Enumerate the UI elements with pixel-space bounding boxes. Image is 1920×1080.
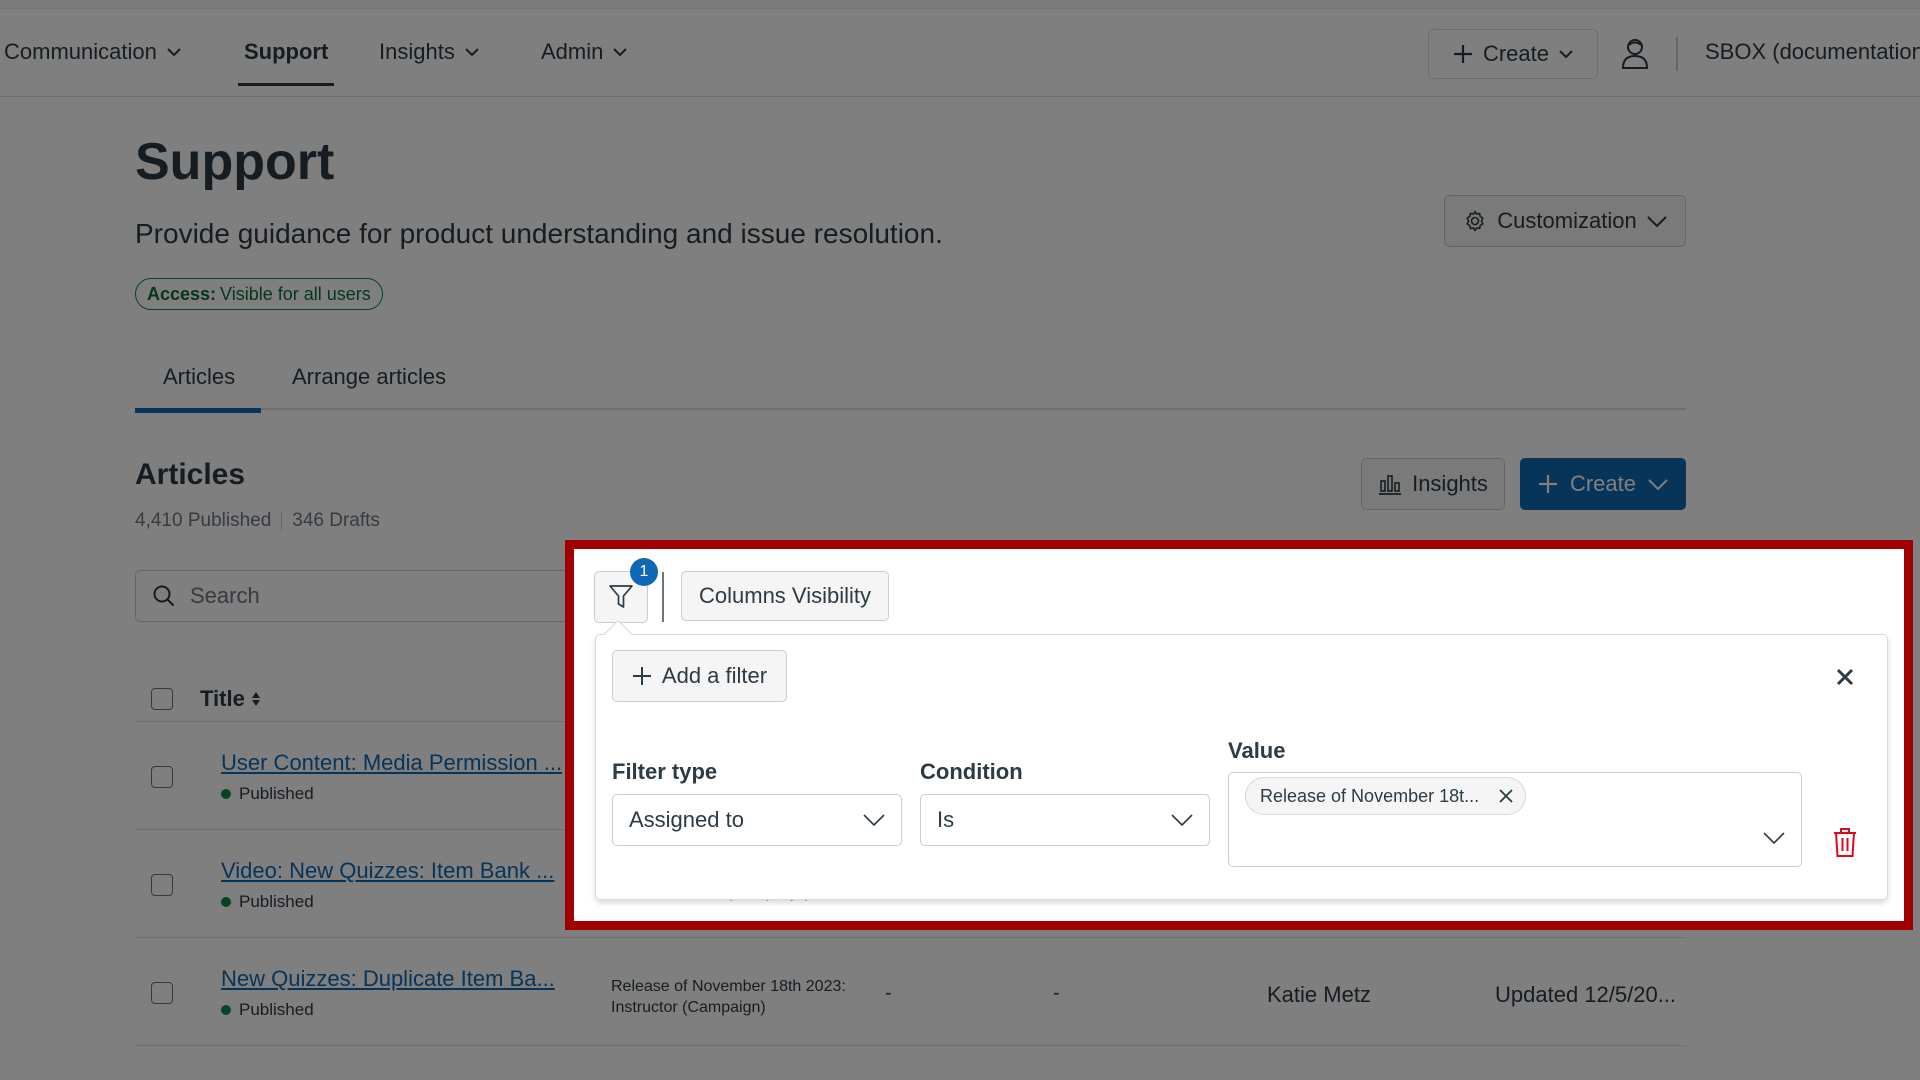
add-filter-button[interactable]: Add a filter [612, 650, 787, 702]
plus-icon [632, 667, 651, 685]
condition-label: Condition [920, 759, 1023, 784]
chevron-down-icon [863, 814, 885, 827]
filter-icon [609, 585, 633, 608]
highlight-frame: 1 Columns Visibility 2023: Instructor (C… [565, 540, 1913, 930]
close-icon [1836, 668, 1854, 686]
remove-chip-button[interactable] [1499, 789, 1513, 803]
chevron-down-icon [1763, 832, 1785, 845]
value-chip-label: Release of November 18t... [1260, 785, 1480, 806]
condition-select[interactable]: Is [920, 794, 1210, 846]
value-chip: Release of November 18t... [1245, 777, 1527, 815]
value-label: Value [1228, 738, 1286, 763]
add-filter-label: Add a filter [661, 663, 768, 688]
close-icon [1499, 789, 1513, 803]
filter-type-value: Assigned to [629, 807, 744, 832]
chevron-down-icon [1171, 814, 1193, 827]
toolbar-divider [662, 572, 664, 622]
filter-type-label: Filter type [612, 759, 718, 784]
highlight-content: 1 Columns Visibility 2023: Instructor (C… [574, 549, 1904, 921]
filter-count-badge: 1 [630, 558, 658, 586]
filter-type-select[interactable]: Assigned to [612, 794, 902, 846]
trash-icon [1834, 828, 1856, 857]
delete-filter-button[interactable] [1830, 824, 1860, 860]
condition-value: Is [937, 807, 955, 832]
columns-visibility-button[interactable]: Columns Visibility [681, 571, 889, 621]
value-multiselect[interactable]: Release of November 18t... [1228, 772, 1802, 867]
close-filter-button[interactable] [1830, 662, 1860, 692]
